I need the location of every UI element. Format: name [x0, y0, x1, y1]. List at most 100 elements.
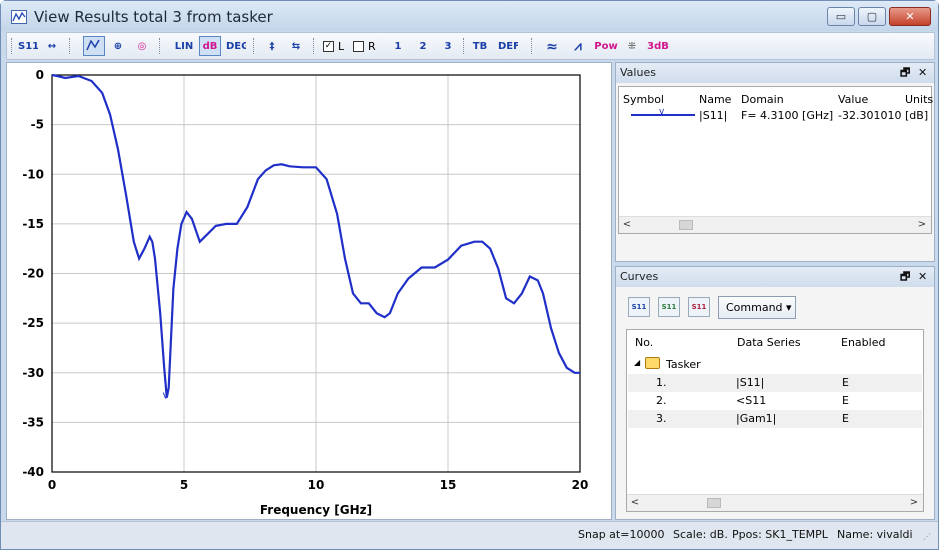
float-icon[interactable]: 🗗: [900, 67, 910, 79]
x-tick-label: 15: [440, 478, 457, 492]
s11-button[interactable]: S11: [17, 36, 39, 56]
marker-a-button[interactable]: ‡: [261, 36, 283, 56]
curve-row[interactable]: 3. |Gam1| E: [628, 410, 922, 428]
float-icon[interactable]: 🗗: [900, 271, 910, 283]
scroll-thumb[interactable]: [707, 498, 721, 508]
checkbox-l-label: L: [338, 40, 345, 53]
values-row-name: |S11|: [699, 109, 728, 122]
values-table: Symbol Name Domain Value Units v |S11| F…: [618, 86, 934, 234]
values-header-value: Value: [838, 93, 869, 106]
y-tick-label: -10: [22, 167, 44, 181]
status-name: Name: vivaldi: [837, 528, 913, 541]
toolbar-separator: [531, 38, 532, 54]
curve-remove-button[interactable]: S11: [688, 297, 710, 317]
scroll-right-arrow[interactable]: >: [915, 218, 929, 232]
x-tick-label: 5: [180, 478, 188, 492]
toolbar-separator: [159, 38, 160, 54]
command-dropdown[interactable]: Command ▾: [718, 296, 796, 319]
fit-button[interactable]: ↔: [41, 36, 63, 56]
cartesian-button[interactable]: [83, 36, 105, 56]
3db-button[interactable]: 3dB: [645, 36, 671, 56]
tree-group-label: Tasker: [666, 358, 701, 371]
toolbar-separator: [253, 38, 254, 54]
marker-b-button[interactable]: ⇆: [285, 36, 307, 56]
tree-group-row[interactable]: ◢ Tasker: [628, 356, 922, 374]
curve-enabled: E: [842, 376, 849, 389]
values-row-domain: F= 4.3100 [GHz]: [741, 109, 834, 122]
x-tick-label: 0: [48, 478, 56, 492]
grid-button[interactable]: ⁜: [621, 36, 643, 56]
title-bar: View Results total 3 from tasker ▭ ▢ ✕: [1, 1, 938, 31]
close-icon[interactable]: ✕: [918, 67, 927, 79]
marker-1-button[interactable]: 1: [387, 36, 409, 56]
close-icon[interactable]: ✕: [918, 271, 927, 283]
y-tick-label: -35: [22, 415, 44, 429]
toolbar-separator: [313, 38, 314, 54]
wave-button[interactable]: ≈: [541, 36, 563, 56]
curve-no: 2.: [656, 394, 667, 407]
scroll-left-arrow[interactable]: <: [628, 496, 642, 510]
curve-no: 3.: [656, 412, 667, 425]
app-icon: [11, 10, 27, 24]
smith-chart-button[interactable]: ⊕: [107, 36, 129, 56]
values-row-symbol-glyph: v: [659, 107, 665, 117]
x-tick-label: 20: [572, 478, 589, 492]
maximize-button[interactable]: ▢: [858, 7, 886, 26]
resize-grip-icon[interactable]: ⋰: [923, 532, 931, 541]
values-row-units: [dB]: [905, 109, 929, 122]
scroll-right-arrow[interactable]: >: [907, 496, 921, 510]
polar-button[interactable]: ◎: [131, 36, 153, 56]
curve-add-button[interactable]: S11: [658, 297, 680, 317]
expand-arrow-icon[interactable]: ◢: [634, 358, 640, 367]
cartesian-icon: [86, 39, 100, 51]
status-scale: Scale: dB.: [673, 528, 728, 541]
tb-button[interactable]: TB: [469, 36, 491, 56]
close-button[interactable]: ✕: [889, 7, 931, 26]
checkbox-r[interactable]: [353, 41, 364, 52]
values-hscrollbar[interactable]: < >: [619, 216, 931, 233]
deg-scale-button[interactable]: DEG: [225, 36, 247, 56]
curves-panel-title-text: Curves: [620, 270, 659, 283]
status-bar: Snap at=10000 Scale: dB. Ppos: SK1_TEMPL…: [1, 521, 938, 549]
db-scale-button[interactable]: dB: [199, 36, 221, 56]
chart-svg[interactable]: 0 5 10 15 20 0 -5 -10 -15 -20 -25 -30 -35 -40 v Frequ…: [7, 63, 611, 519]
curve-series: |S11|: [736, 376, 765, 389]
curve-row[interactable]: 2. <S11 E: [628, 392, 922, 410]
plot-area[interactable]: 0 5 10 15 20 0 -5 -10 -15 -20 -25 -30 -35 -40 v Frequ…: [6, 62, 612, 520]
marker-3-button[interactable]: 3: [437, 36, 459, 56]
curves-panel: Curves 🗗 ✕ S11 S11 S11 Command ▾ No. Dat…: [615, 266, 935, 520]
y-tick-label: -25: [22, 316, 44, 330]
window-title: View Results total 3 from tasker: [34, 8, 273, 26]
values-header-name: Name: [699, 93, 732, 106]
curve-series: <S11: [736, 394, 767, 407]
x-tick-label: 10: [308, 478, 325, 492]
scroll-thumb[interactable]: [679, 220, 693, 230]
y-tick-label: -40: [22, 465, 44, 479]
scroll-left-arrow[interactable]: <: [620, 218, 634, 232]
y-tick-label: -15: [22, 217, 44, 231]
curve-enabled: E: [842, 412, 849, 425]
envelope-button[interactable]: ⩘: [567, 36, 589, 56]
checkbox-l[interactable]: ✓: [323, 41, 334, 52]
marker-2-button[interactable]: 2: [412, 36, 434, 56]
main-window: View Results total 3 from tasker ▭ ▢ ✕ S…: [0, 0, 939, 550]
minimize-button[interactable]: ▭: [827, 7, 855, 26]
curves-panel-title: Curves: [616, 267, 934, 287]
status-snap: Snap at=10000: [578, 528, 665, 541]
values-row-value: -32.301010: [838, 109, 902, 122]
toolbar-separator: [463, 38, 464, 54]
values-header-units: Units: [905, 93, 934, 106]
curves-hscrollbar[interactable]: < >: [627, 494, 923, 511]
y-tick-label: -5: [31, 118, 44, 132]
values-header-domain: Domain: [741, 93, 784, 106]
curve-row[interactable]: 1. |S11| E: [628, 374, 922, 392]
curves-header-no: No.: [635, 336, 654, 349]
curve-sort-button[interactable]: S11: [628, 297, 650, 317]
pow-button[interactable]: Pow: [593, 36, 619, 56]
toolbar-grip: [11, 38, 12, 54]
x-axis-label: Frequency [GHz]: [260, 503, 372, 517]
marker-glyph: v: [163, 389, 170, 402]
lin-scale-button[interactable]: LIN: [173, 36, 195, 56]
status-ppos: Ppos: SK1_TEMPL: [732, 528, 828, 541]
def-button[interactable]: DEF: [497, 36, 519, 56]
